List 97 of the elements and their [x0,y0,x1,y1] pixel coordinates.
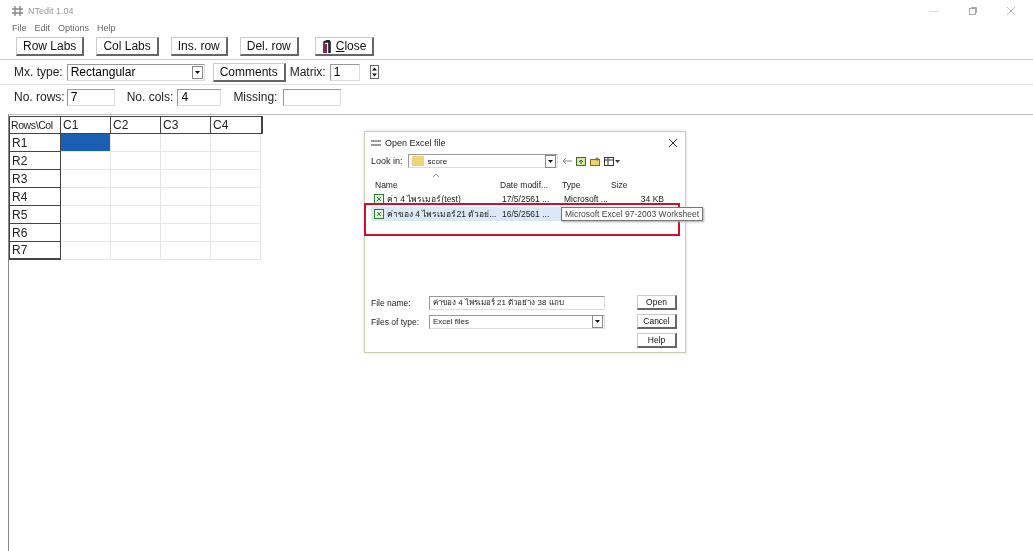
table-cell[interactable] [61,242,111,260]
minimize-icon[interactable] [929,9,939,13]
matrix-field[interactable]: 1 [329,63,360,81]
column-header[interactable]: Type [562,180,611,190]
row-header[interactable]: R2 [9,152,61,170]
field-label: Matrix: [289,65,326,79]
menu-item[interactable]: Help [97,23,116,33]
column-header[interactable]: C2 [111,116,161,134]
back-arrow-icon[interactable] [562,158,572,164]
file-name-field[interactable]: ค่าของ 4 ไพรเมอร์ 21 ตัวอย่าง 38 แถบ [429,295,605,310]
table-cell[interactable] [211,242,261,260]
missing-field[interactable] [283,88,342,106]
column-header[interactable]: Name [375,180,500,190]
folder-icon [411,156,424,166]
spreadsheet-icon [374,209,384,219]
file-date: 17/5/2561 ... [502,194,551,204]
table-cell[interactable] [161,224,211,242]
table-cell[interactable] [211,170,261,188]
dialog-title: Open Excel file [385,138,446,148]
row-header[interactable]: R6 [9,224,61,242]
field-label: No. cols: [126,90,174,104]
row-header[interactable]: R5 [9,206,61,224]
table-cell[interactable] [61,224,111,242]
menu-item[interactable]: Edit [34,23,51,33]
column-header[interactable]: C3 [161,116,211,134]
table-cell[interactable] [161,206,211,224]
spreadsheet-icon [374,194,384,204]
column-header[interactable]: Size [611,180,628,190]
file-date: 16/5/2561 ... [502,209,551,219]
table-cell[interactable] [61,170,111,188]
folder-up-icon[interactable] [575,156,586,166]
new-folder-icon[interactable] [589,156,600,166]
table-cell[interactable] [161,188,211,206]
row-header[interactable]: R1 [9,134,61,152]
comments-button[interactable]: Comments [212,62,286,82]
table-cell[interactable] [111,134,161,152]
table-cell[interactable] [111,188,161,206]
row-header[interactable]: R7 [9,242,61,260]
row-header[interactable]: R3 [9,170,61,188]
file-name: ค่าของ 4 ไพรเมอร์21 ตัวอย่... [387,208,497,221]
table-cell[interactable] [61,206,111,224]
table-cell[interactable] [161,152,211,170]
field-label: Look in: [371,156,403,166]
grid-icon [12,6,23,16]
table-cell[interactable] [211,224,261,242]
file-row[interactable]: ค่า 4 ไพรเมอร์(test) 17/5/2561 ... Microsoft ... 34 KB [371,192,677,206]
toolbar-button[interactable]: Row Labs [16,37,85,56]
view-menu-icon[interactable] [603,156,620,166]
toolbar-button[interactable]: Ins. row [170,37,228,56]
table-cell[interactable] [211,134,261,152]
look-in-select[interactable]: score [407,154,558,168]
file-size: 34 KB [639,194,664,204]
field-label: File name: [371,297,412,308]
window-title: NTedit 1.04 [28,6,74,16]
table-cell[interactable] [111,152,161,170]
table-cell[interactable] [61,188,111,206]
menu-item[interactable]: Options [58,23,90,33]
table-cell[interactable] [111,170,161,188]
column-header[interactable]: C4 [211,116,263,134]
table-cell[interactable] [211,152,261,170]
toolbar-button[interactable]: Del. row [239,37,299,56]
dialog-button[interactable]: Open [637,295,677,310]
table-cell[interactable] [111,242,161,260]
table-cell[interactable] [111,206,161,224]
toolbar-button[interactable]: Col Labs [96,37,159,56]
table-cell[interactable] [211,206,261,224]
dialog-button[interactable]: Help [637,333,677,348]
spin-buttons-icon[interactable] [369,65,379,79]
tooltip: Microsoft Excel 97-2003 Worksheet [561,207,703,221]
table-cell[interactable] [211,188,261,206]
file-name: ค่า 4 ไพรเมอร์(test) [387,193,461,206]
door-icon [321,39,332,53]
sort-caret-icon [433,173,439,177]
row-header[interactable]: R4 [9,188,61,206]
field-label: Files of type: [371,316,421,327]
menu-item[interactable]: File [12,23,27,33]
table-cell[interactable] [61,134,111,152]
menu-icon[interactable] [371,140,381,146]
table-cell[interactable] [161,170,211,188]
matrix-type-select[interactable]: Rectangular [66,63,205,81]
table-cell[interactable] [61,152,111,170]
cols-field[interactable]: 4 [177,88,222,106]
dialog-button[interactable]: Cancel [637,314,677,329]
field-label: Missing: [233,90,278,104]
restore-icon[interactable] [969,7,977,15]
corner-header: Rows\Col [9,116,61,134]
table-cell[interactable] [111,224,161,242]
close-icon[interactable] [669,139,677,147]
field-label: No. rows: [14,90,65,104]
table-cell[interactable] [161,134,211,152]
column-header[interactable]: Date modif... [500,180,562,190]
table-cell[interactable] [161,242,211,260]
close-button[interactable]: Close [314,37,375,56]
file-type-select[interactable]: Excel files [429,314,605,329]
field-label: Mx. type: [14,65,63,79]
file-type: Microsoft ... [564,194,609,204]
rows-field[interactable]: 7 [66,88,115,106]
